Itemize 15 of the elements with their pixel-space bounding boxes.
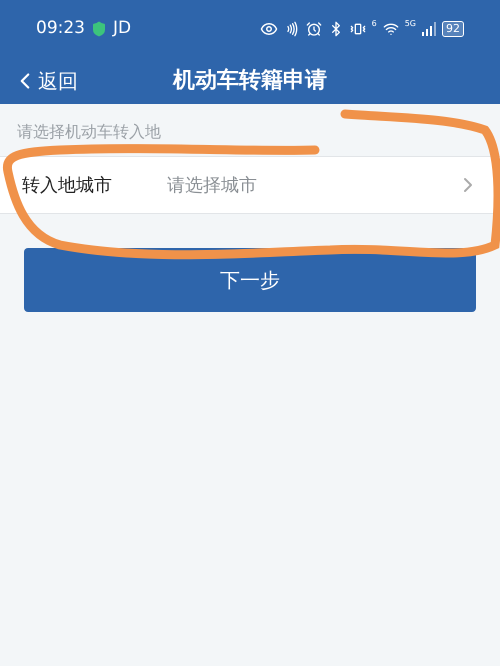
signal-icon	[422, 22, 436, 36]
field-label: 转入地城市	[22, 174, 113, 198]
city-picker[interactable]: 请选择城市	[167, 157, 480, 213]
battery-indicator: 92	[442, 20, 464, 36]
alarm-icon	[306, 20, 322, 36]
shield-icon	[91, 20, 107, 36]
section-label: 请选择机动车转入地	[17, 122, 161, 141]
wifi-generation-label: 6	[372, 18, 377, 30]
page-title: 机动车转籍申请	[173, 67, 327, 95]
vibrate-icon	[350, 20, 366, 36]
status-time: 09:23	[36, 16, 85, 40]
back-button[interactable]: 返回	[12, 66, 78, 96]
wifi-icon	[382, 20, 399, 36]
network-label: 5G	[404, 18, 416, 30]
carrier-label: JD	[113, 16, 132, 40]
